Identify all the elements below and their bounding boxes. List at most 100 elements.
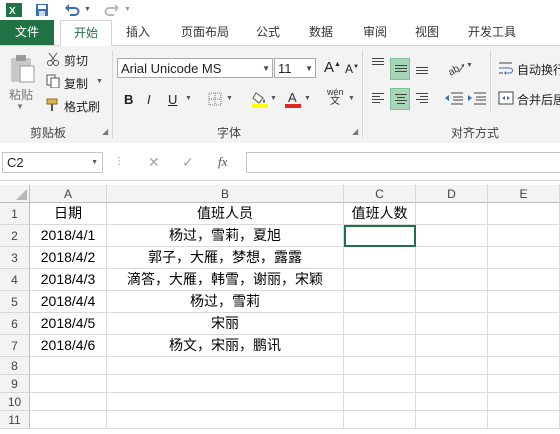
increase-indent-icon[interactable] xyxy=(467,90,487,106)
cell-a1[interactable]: 日期 xyxy=(30,203,107,225)
cell-c4[interactable] xyxy=(344,269,416,291)
borders-dropdown-icon[interactable]: ▼ xyxy=(226,95,233,102)
cell-a6[interactable]: 2018/4/5 xyxy=(30,313,107,335)
select-all-corner[interactable] xyxy=(0,185,30,203)
cut-button[interactable]: 剪切 xyxy=(64,52,88,69)
align-center-icon[interactable] xyxy=(390,88,410,110)
shrink-font-button[interactable]: A▼ xyxy=(345,62,359,76)
row-header-6[interactable]: 6 xyxy=(0,313,30,335)
font-name-combo[interactable]: Arial Unicode MS ▼ xyxy=(117,58,273,78)
tab-view[interactable]: 视图 xyxy=(406,20,448,45)
cell-d8[interactable] xyxy=(416,357,488,375)
row-header-9[interactable]: 9 xyxy=(0,375,30,393)
cell-b6[interactable]: 宋丽 xyxy=(107,313,344,335)
underline-button[interactable]: U xyxy=(168,92,177,107)
cell-d11[interactable] xyxy=(416,411,488,429)
font-color-icon[interactable]: A xyxy=(285,90,301,108)
align-bottom-icon[interactable] xyxy=(412,58,432,78)
row-header-4[interactable]: 4 xyxy=(0,269,30,291)
tab-formulas[interactable]: 公式 xyxy=(246,20,290,45)
cell-a7[interactable]: 2018/4/6 xyxy=(30,335,107,357)
cell-b1[interactable]: 值班人员 xyxy=(107,203,344,225)
column-header-a[interactable]: A xyxy=(30,185,107,203)
cell-e10[interactable] xyxy=(488,393,560,411)
cell-c3[interactable] xyxy=(344,247,416,269)
align-top-icon[interactable] xyxy=(368,54,388,74)
phonetic-dropdown-icon[interactable]: ▼ xyxy=(348,95,355,102)
underline-dropdown-icon[interactable]: ▼ xyxy=(185,95,192,102)
row-header-1[interactable]: 1 xyxy=(0,203,30,225)
cell-c2[interactable] xyxy=(344,225,416,247)
cell-c6[interactable] xyxy=(344,313,416,335)
paste-icon[interactable] xyxy=(8,54,36,84)
paste-dropdown-icon[interactable]: ▼ xyxy=(16,102,24,111)
row-header-11[interactable]: 11 xyxy=(0,411,30,429)
fill-color-icon[interactable] xyxy=(252,90,268,108)
cell-d9[interactable] xyxy=(416,375,488,393)
italic-button[interactable]: I xyxy=(147,92,151,107)
cell-c9[interactable] xyxy=(344,375,416,393)
tab-file[interactable]: 文件 xyxy=(0,20,54,45)
clipboard-launcher-icon[interactable]: ◢ xyxy=(102,127,108,136)
cell-e5[interactable] xyxy=(488,291,560,313)
cell-a3[interactable]: 2018/4/2 xyxy=(30,247,107,269)
cell-c1[interactable]: 值班人数 xyxy=(344,203,416,225)
cell-a10[interactable] xyxy=(30,393,107,411)
tab-data[interactable]: 数据 xyxy=(298,20,344,45)
chevron-down-icon[interactable]: ▼ xyxy=(305,59,313,79)
cell-e3[interactable] xyxy=(488,247,560,269)
cell-b4[interactable]: 滴答，大雁，韩雪，谢丽，宋颖 xyxy=(107,269,344,291)
orientation-icon[interactable]: ab xyxy=(446,60,468,78)
align-left-icon[interactable] xyxy=(368,88,388,108)
row-header-5[interactable]: 5 xyxy=(0,291,30,313)
cell-d1[interactable] xyxy=(416,203,488,225)
cell-b7[interactable]: 杨文，宋丽，鹏讯 xyxy=(107,335,344,357)
formula-input[interactable] xyxy=(246,152,560,173)
grow-font-button[interactable]: A▲ xyxy=(324,59,341,76)
font-size-combo[interactable]: 11 ▼ xyxy=(274,58,316,78)
paste-button[interactable]: 粘贴 xyxy=(9,86,33,103)
cell-c8[interactable] xyxy=(344,357,416,375)
row-header-2[interactable]: 2 xyxy=(0,225,30,247)
cell-e2[interactable] xyxy=(488,225,560,247)
cell-b9[interactable] xyxy=(107,375,344,393)
tab-developer[interactable]: 开发工具 xyxy=(460,20,524,45)
cell-b2[interactable]: 杨过，雪莉，夏旭 xyxy=(107,225,344,247)
merge-center-button[interactable]: 合并后居 xyxy=(517,91,560,108)
tab-page-layout[interactable]: 页面布局 xyxy=(170,20,240,45)
chevron-down-icon[interactable]: ▼ xyxy=(91,153,98,172)
copy-button[interactable]: 复制 xyxy=(64,75,88,92)
cell-e8[interactable] xyxy=(488,357,560,375)
redo-icon[interactable] xyxy=(104,2,120,18)
cancel-icon[interactable]: ✕ xyxy=(148,154,160,171)
align-middle-icon[interactable] xyxy=(390,58,410,80)
tab-review[interactable]: 审阅 xyxy=(352,20,398,45)
cell-e7[interactable] xyxy=(488,335,560,357)
font-color-dropdown-icon[interactable]: ▼ xyxy=(304,95,311,102)
cell-b11[interactable] xyxy=(107,411,344,429)
cell-d3[interactable] xyxy=(416,247,488,269)
cell-a2[interactable]: 2018/4/1 xyxy=(30,225,107,247)
redo-dropdown-icon[interactable]: ▼ xyxy=(124,2,132,18)
row-header-10[interactable]: 10 xyxy=(0,393,30,411)
cell-d5[interactable] xyxy=(416,291,488,313)
fill-color-dropdown-icon[interactable]: ▼ xyxy=(270,95,277,102)
column-header-c[interactable]: C xyxy=(344,185,416,203)
insert-function-button[interactable]: fx xyxy=(218,154,227,170)
cell-e9[interactable] xyxy=(488,375,560,393)
cell-e11[interactable] xyxy=(488,411,560,429)
cell-e4[interactable] xyxy=(488,269,560,291)
font-launcher-icon[interactable]: ◢ xyxy=(352,127,358,136)
cell-c11[interactable] xyxy=(344,411,416,429)
orientation-dropdown-icon[interactable]: ▼ xyxy=(466,62,473,69)
cell-e1[interactable] xyxy=(488,203,560,225)
column-header-b[interactable]: B xyxy=(107,185,344,203)
bold-button[interactable]: B xyxy=(124,92,133,107)
cell-b10[interactable] xyxy=(107,393,344,411)
cell-c5[interactable] xyxy=(344,291,416,313)
column-header-e[interactable]: E xyxy=(488,185,560,203)
save-icon[interactable] xyxy=(34,2,50,18)
undo-dropdown-icon[interactable]: ▼ xyxy=(84,2,92,18)
copy-dropdown-icon[interactable]: ▼ xyxy=(96,78,103,85)
cell-a4[interactable]: 2018/4/3 xyxy=(30,269,107,291)
